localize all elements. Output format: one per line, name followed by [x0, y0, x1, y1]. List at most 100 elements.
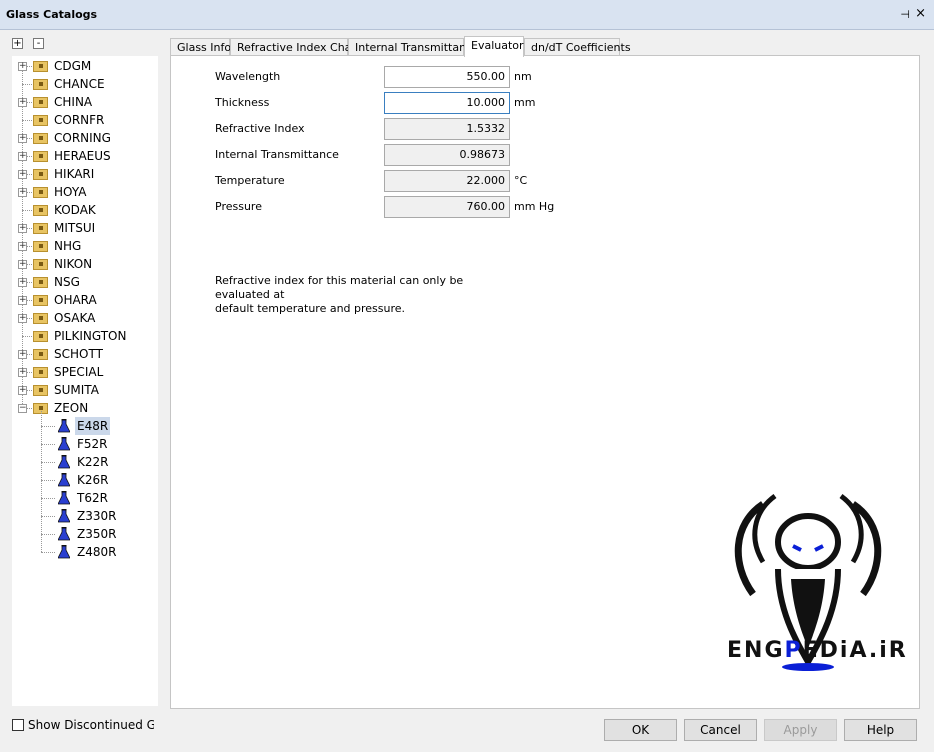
help-button[interactable]: Help: [844, 719, 917, 741]
tree-line: [41, 552, 55, 553]
expand-icon[interactable]: +: [18, 152, 27, 161]
expand-icon[interactable]: +: [18, 278, 27, 287]
tree-glass-z350r[interactable]: Z350R: [12, 525, 158, 543]
tree-catalog-heraeus[interactable]: + HERAEUS: [12, 147, 158, 165]
tree-glass-z330r[interactable]: Z330R: [12, 507, 158, 525]
tree-catalog-china[interactable]: + CHINA: [12, 93, 158, 111]
collapse-all-button[interactable]: -: [33, 38, 44, 49]
folder-icon: [33, 61, 48, 72]
flask-icon: [58, 437, 70, 451]
expand-icon[interactable]: +: [18, 386, 27, 395]
tree-glass-e48r[interactable]: E48R: [12, 417, 158, 435]
tree-catalog-label: OHARA: [54, 293, 97, 307]
temperature-label: Temperature: [215, 174, 285, 187]
folder-icon: [33, 205, 48, 216]
tree-catalog-corning[interactable]: + CORNING: [12, 129, 158, 147]
engpedia-wordmark: ENGPEDiA.iR: [727, 638, 908, 663]
tree-glass-label: F52R: [77, 437, 108, 451]
tree-catalog-label: SPECIAL: [54, 365, 104, 379]
tree-catalog-cornfr[interactable]: CORNFR: [12, 111, 158, 129]
tree-catalog-label: CHANCE: [54, 77, 105, 91]
temperature-unit: °C: [514, 174, 528, 187]
folder-icon: [33, 259, 48, 270]
expand-icon[interactable]: +: [18, 350, 27, 359]
tab-glass-info[interactable]: Glass Info: [170, 38, 231, 56]
window-titlebar: Glass Catalogs ⊣ ×: [0, 0, 934, 30]
expand-icon[interactable]: +: [18, 170, 27, 179]
tree-catalog-label: CHINA: [54, 95, 93, 109]
tree-catalog-label: HERAEUS: [54, 149, 111, 163]
tree-glass-f52r[interactable]: F52R: [12, 435, 158, 453]
tree-glass-label: T62R: [77, 491, 108, 505]
wavelength-label: Wavelength: [215, 70, 281, 83]
expand-icon[interactable]: +: [18, 260, 27, 269]
expand-icon[interactable]: +: [18, 368, 27, 377]
tab-evaluator[interactable]: Evaluator: [464, 36, 524, 57]
tree-catalog-label: SCHOTT: [54, 347, 103, 361]
tree-catalog-hikari[interactable]: + HIKARI: [12, 165, 158, 183]
expand-icon[interactable]: +: [18, 296, 27, 305]
close-icon[interactable]: ×: [915, 6, 926, 21]
tree-glass-k22r[interactable]: K22R: [12, 453, 158, 471]
expand-icon[interactable]: +: [18, 242, 27, 251]
expand-icon[interactable]: +: [18, 224, 27, 233]
folder-icon: [33, 385, 48, 396]
tree-catalog-label: NSG: [54, 275, 80, 289]
tree-catalog-hoya[interactable]: + HOYA: [12, 183, 158, 201]
tree-catalog-special[interactable]: + SPECIAL: [12, 363, 158, 381]
tree-line: [41, 534, 55, 535]
show-discontinued-checkbox[interactable]: [12, 719, 24, 731]
tree-catalog-mitsui[interactable]: + MITSUI: [12, 219, 158, 237]
cancel-button[interactable]: Cancel: [684, 719, 757, 741]
tree-glass-k26r[interactable]: K26R: [12, 471, 158, 489]
catalog-tree[interactable]: + CDGM CHANCE + CHINA CORNFR + CORNING + HERAEUS +…: [12, 56, 158, 706]
expand-icon[interactable]: +: [18, 188, 27, 197]
tree-catalog-kodak[interactable]: KODAK: [12, 201, 158, 219]
tree-line: [41, 480, 55, 481]
wavelength-field[interactable]: 550.00: [384, 66, 510, 88]
tree-glass-t62r[interactable]: T62R: [12, 489, 158, 507]
expand-all-button[interactable]: +: [12, 38, 23, 49]
tree-line: [41, 462, 55, 463]
tree-catalog-label: HIKARI: [54, 167, 95, 181]
tree-catalog-nhg[interactable]: + NHG: [12, 237, 158, 255]
expand-icon[interactable]: +: [18, 314, 27, 323]
tree-line: [41, 498, 55, 499]
expand-icon[interactable]: +: [18, 62, 27, 71]
tab-refractive-index-chart[interactable]: Refractive Index Chart: [230, 38, 360, 56]
flask-icon: [58, 527, 70, 541]
tab-dn-dt-coefficients[interactable]: dn/dT Coefficients: [524, 38, 631, 56]
tree-catalog-schott[interactable]: + SCHOTT: [12, 345, 158, 363]
tree-catalog-nsg[interactable]: + NSG: [12, 273, 158, 291]
flask-icon: [58, 419, 70, 433]
folder-icon: [33, 313, 48, 324]
folder-icon: [33, 295, 48, 306]
expand-icon[interactable]: +: [18, 98, 27, 107]
folder-icon: [33, 223, 48, 234]
thickness-field[interactable]: 10.000: [384, 92, 510, 114]
tab-internal-transmittance[interactable]: Internal Transmittance: [348, 38, 479, 56]
ok-button[interactable]: OK: [604, 719, 677, 741]
tree-catalog-label: NHG: [54, 239, 82, 253]
tree-glass-z480r[interactable]: Z480R: [12, 543, 158, 561]
tree-catalog-label: MITSUI: [54, 221, 96, 235]
tree-catalog-label: OSAKA: [54, 311, 96, 325]
tree-catalog-nikon[interactable]: + NIKON: [12, 255, 158, 273]
tree-catalog-ohara[interactable]: + OHARA: [12, 291, 158, 309]
tree-catalog-zeon[interactable]: − ZEON: [12, 399, 158, 417]
tree-catalog-sumita[interactable]: + SUMITA: [12, 381, 158, 399]
refractive-index-field: 1.5332: [384, 118, 510, 140]
window-title: Glass Catalogs: [6, 8, 98, 21]
wavelength-unit: nm: [514, 70, 532, 83]
pin-icon[interactable]: ⊣: [900, 8, 910, 21]
collapse-icon[interactable]: −: [18, 404, 27, 413]
expand-icon[interactable]: +: [18, 134, 27, 143]
tree-catalog-cdgm[interactable]: + CDGM: [12, 57, 158, 75]
folder-icon: [33, 97, 48, 108]
apply-button[interactable]: Apply: [764, 719, 837, 741]
tree-catalog-chance[interactable]: CHANCE: [12, 75, 158, 93]
tree-catalog-pilkington[interactable]: PILKINGTON: [12, 327, 158, 345]
tree-catalog-osaka[interactable]: + OSAKA: [12, 309, 158, 327]
show-discontinued-label: Show Discontinued Glasses: [28, 718, 154, 732]
tree-glass-label: Z350R: [77, 527, 117, 541]
